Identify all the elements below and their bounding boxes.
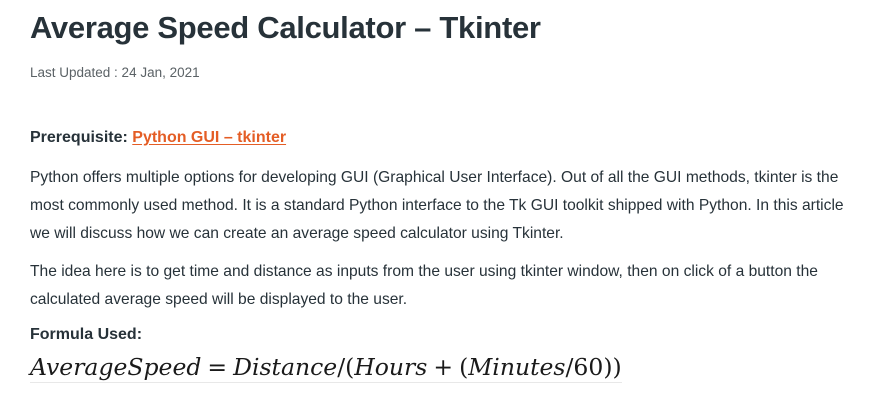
formula-label: Formula Used: (30, 326, 143, 343)
formula-tail: /60)) (565, 353, 622, 381)
prerequisite-line: Prerequisite: Python GUI – tkinter (30, 127, 860, 149)
last-updated: Last Updated : 24 Jan, 2021 (30, 65, 200, 80)
formula-hours: Hours (354, 353, 428, 381)
prerequisite-label: Prerequisite: (30, 129, 133, 146)
formula-slash-open: /( (337, 353, 355, 381)
formula-minutes: Minutes (468, 353, 566, 381)
intro-paragraph: Python offers multiple options for devel… (30, 169, 844, 242)
formula-equals: = (207, 353, 228, 381)
idea-paragraph: The idea here is to get time and distanc… (30, 263, 818, 308)
formula-distance: Distance (233, 353, 338, 381)
article: Average Speed Calculator – Tkinter Last … (30, 0, 860, 383)
prerequisite-link[interactable]: Python GUI – tkinter (132, 129, 286, 146)
article-title: Average Speed Calculator – Tkinter (30, 10, 541, 45)
formula-lhs: AverageSpeed (30, 353, 202, 381)
formula-plus: + (433, 353, 454, 381)
formula-equation: AverageSpeed = Distance/(Hours + (Minutes/60… (30, 352, 622, 383)
formula-paren-open: ( (459, 353, 469, 381)
